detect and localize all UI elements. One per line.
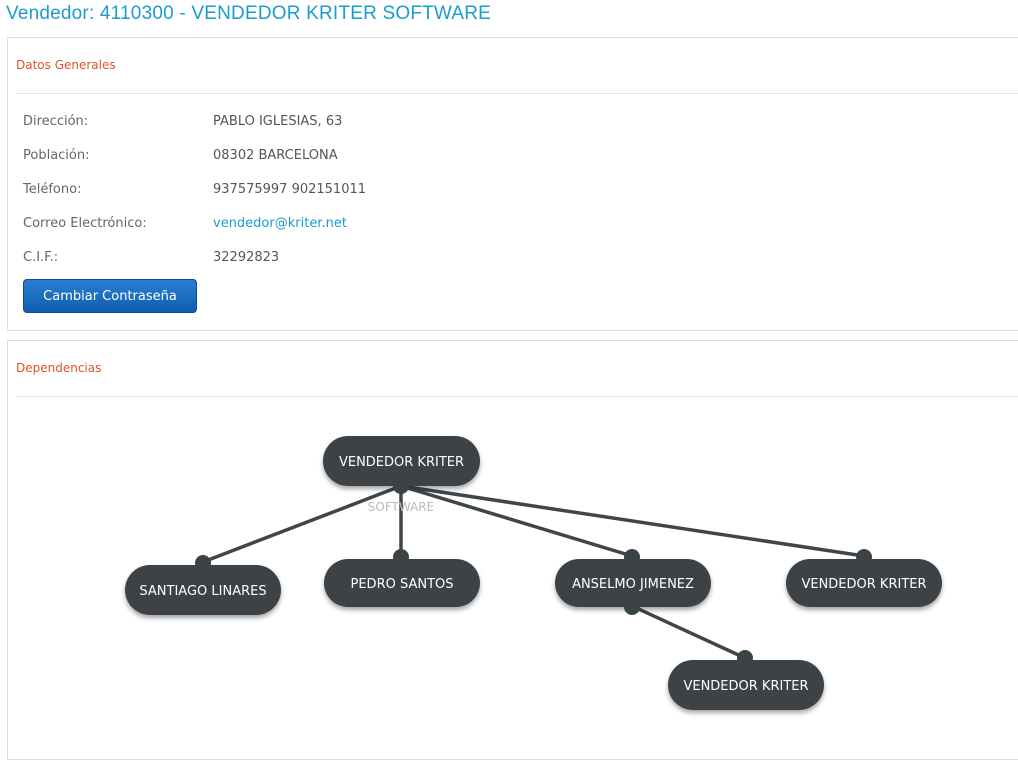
node-label: PEDRO SANTOS [351,577,454,592]
connector-root-anselmo [400,484,633,558]
node-label: ANSELMO JIMENEZ [572,577,694,592]
node-port [624,599,640,615]
connector-anselmo-vendedor [631,604,746,660]
node-label: VENDEDOR KRITER [801,577,926,592]
connector-root-santiago [202,484,402,564]
connector-root-vendedor [400,484,865,558]
node-port [856,549,872,565]
node-port [624,549,640,565]
tree-node-vendedor-kriter-sub[interactable]: VENDEDOR KRITER [668,660,824,710]
node-label: VENDEDOR KRITER [683,679,808,694]
node-label: VENDEDOR KRITER [339,455,464,470]
tree-node-pedro-santos[interactable]: PEDRO SANTOS [324,559,480,607]
tree-node-vendedor-kriter[interactable]: VENDEDOR KRITER [786,559,942,607]
node-port [195,555,211,571]
node-port [393,549,409,565]
node-port [393,478,409,494]
node-port [737,650,753,666]
node-sublabel: SOFTWARE [368,500,434,514]
node-label: SANTIAGO LINARES [139,584,266,599]
tree-node-santiago-linares[interactable]: SANTIAGO LINARES [125,565,281,615]
dependency-tree: VENDEDOR KRITER SOFTWARE SANTIAGO LINARE… [125,436,942,710]
